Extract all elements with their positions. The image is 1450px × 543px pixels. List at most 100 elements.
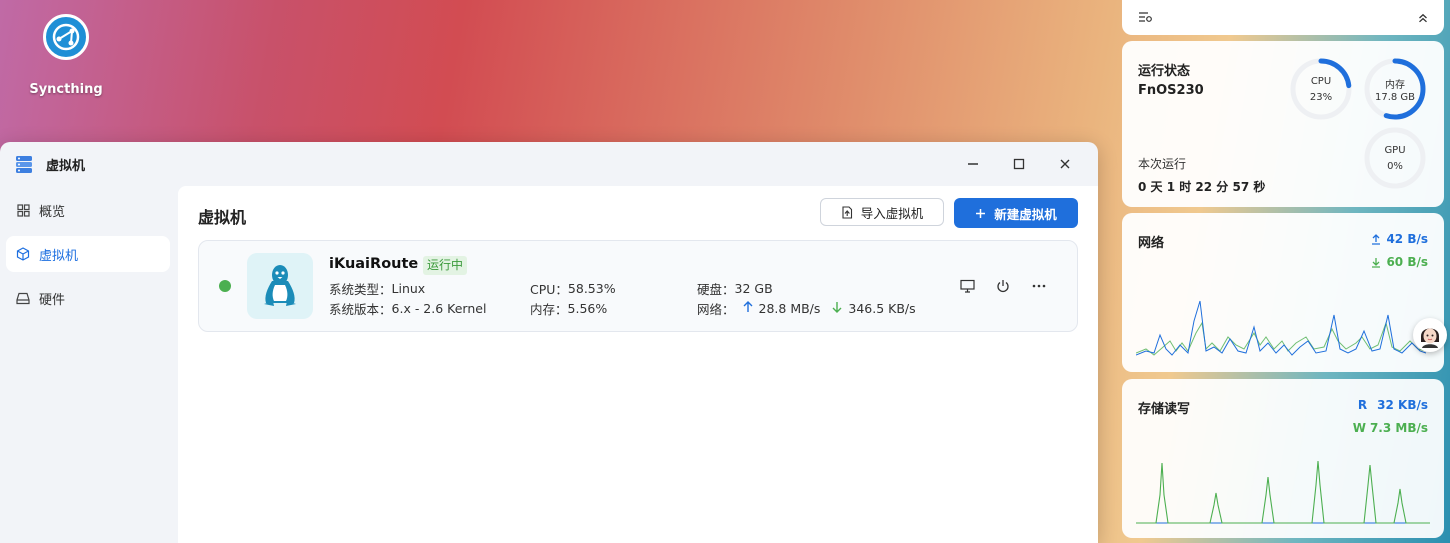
minimize-icon <box>968 163 978 165</box>
vm-os-type: 系统类型： Linux <box>329 279 425 298</box>
os-version-label: 系统版本： <box>329 302 392 317</box>
disk-label: 硬盘： <box>697 282 735 297</box>
write-label: W <box>1352 421 1366 435</box>
upload-icon <box>1372 233 1381 245</box>
maximize-button[interactable] <box>996 150 1042 178</box>
vm-window: 虚拟机 概览 虚拟机 硬件 虚拟机 导入虚拟机 新建虚拟机 iKuaiRoute… <box>0 142 1098 543</box>
arrow-up-icon <box>743 301 753 316</box>
avatar-icon <box>1421 328 1439 348</box>
sidebar-item-label: 硬件 <box>39 292 66 308</box>
assistant-avatar[interactable] <box>1413 318 1447 352</box>
net-down-value: 346.5 KB/s <box>848 301 916 316</box>
sidebar: 概览 虚拟机 硬件 <box>0 186 178 543</box>
disk-value: 32 GB <box>734 281 773 296</box>
console-button[interactable] <box>949 275 985 297</box>
main-panel: 虚拟机 导入虚拟机 新建虚拟机 iKuaiRoute 运行中 系统类型： Lin… <box>178 186 1098 543</box>
more-button[interactable] <box>1021 275 1057 297</box>
running-indicator <box>219 280 231 292</box>
cpu-label: CPU： <box>530 282 568 297</box>
storage-widget[interactable]: 存储读写 R 32 KB/s W 7.3 MB/s <box>1122 379 1444 538</box>
status-widget[interactable]: 运行状态 FnOS230 本次运行 0 天 1 时 22 分 57 秒 CPU … <box>1122 41 1444 207</box>
sidebar-item-hardware[interactable]: 硬件 <box>6 280 170 316</box>
sidebar-item-overview[interactable]: 概览 <box>6 192 170 228</box>
minimize-button[interactable] <box>950 150 996 178</box>
gpu-gauge-value: 0% <box>1387 161 1403 172</box>
filter-settings-icon <box>1139 12 1152 22</box>
download-icon <box>1372 257 1381 268</box>
vm-os-version: 系统版本： 6.x - 2.6 Kernel <box>329 299 486 318</box>
vm-disk: 硬盘： 32 GB <box>697 279 773 298</box>
power-icon <box>997 280 1009 293</box>
power-button[interactable] <box>985 275 1021 297</box>
gpu-gauge-label: GPU <box>1384 145 1406 156</box>
mem-value: 5.56% <box>567 301 608 316</box>
window-title: 虚拟机 <box>46 158 86 174</box>
network-widget[interactable]: 网络 42 B/s 60 B/s <box>1122 213 1444 372</box>
cube-icon <box>16 247 30 261</box>
network-down-value: 60 B/s <box>1386 255 1428 269</box>
read-label: R <box>1357 398 1368 412</box>
vm-card[interactable]: iKuaiRoute 运行中 系统类型： Linux 系统版本： 6.x - 2… <box>198 240 1078 332</box>
desktop-icon-label: Syncthing <box>29 82 103 97</box>
desktop-icon-syncthing[interactable]: Syncthing <box>26 14 106 97</box>
close-button[interactable] <box>1042 150 1088 178</box>
close-icon <box>1060 159 1070 169</box>
import-vm-label: 导入虚拟机 <box>860 205 924 221</box>
cpu-gauge-label: CPU <box>1310 76 1332 87</box>
os-type-value: Linux <box>391 281 426 296</box>
storage-chart <box>1136 460 1430 524</box>
sidebar-item-label: 虚拟机 <box>39 248 79 264</box>
sidebar-item-vm[interactable]: 虚拟机 <box>6 236 170 272</box>
network-up-rate: 42 B/s <box>1371 232 1428 246</box>
net-up-value: 28.8 MB/s <box>758 301 821 316</box>
net-label: 网络： <box>697 302 735 317</box>
widget-toolbar <box>1122 0 1444 35</box>
cpu-gauge-value: 23% <box>1309 92 1333 103</box>
vm-mem: 内存： 5.56% <box>530 299 607 318</box>
more-icon <box>1032 284 1046 288</box>
mem-label: 内存： <box>530 302 568 317</box>
mem-gauge: 内存 17.8 GB <box>1362 56 1428 122</box>
os-version-value: 6.x - 2.6 Kernel <box>391 301 487 316</box>
vm-cpu: CPU： 58.53% <box>530 279 616 298</box>
storage-title: 存储读写 <box>1138 402 1191 417</box>
mem-gauge-value: 17.8 GB <box>1374 92 1416 103</box>
cpu-value: 58.53% <box>567 281 616 296</box>
new-vm-label: 新建虚拟机 <box>994 206 1057 222</box>
new-vm-button[interactable]: 新建虚拟机 <box>954 198 1078 228</box>
maximize-icon <box>1013 158 1025 170</box>
storage-read-rate: R 32 KB/s <box>1358 398 1428 412</box>
arrow-down-icon <box>832 301 842 316</box>
storage-write-rate: W 7.3 MB/s <box>1353 421 1428 435</box>
page-title: 虚拟机 <box>198 208 247 227</box>
network-up-value: 42 B/s <box>1386 232 1428 246</box>
window-titlebar[interactable]: 虚拟机 <box>0 142 1098 186</box>
uptime-value: 0 天 1 时 22 分 57 秒 <box>1138 180 1266 194</box>
file-import-icon <box>841 205 853 219</box>
drive-icon <box>16 291 30 305</box>
import-vm-button[interactable]: 导入虚拟机 <box>820 198 944 226</box>
monitor-icon <box>959 279 975 293</box>
collapse-widgets-button[interactable] <box>1418 8 1428 27</box>
vm-app-icon <box>14 154 34 174</box>
mem-gauge-label: 内存 <box>1385 80 1405 91</box>
write-value: 7.3 MB/s <box>1369 421 1428 435</box>
syncthing-icon <box>43 14 89 60</box>
network-title: 网络 <box>1138 236 1165 251</box>
grid-icon <box>16 203 30 217</box>
vm-name[interactable]: iKuaiRoute <box>329 256 418 272</box>
vm-network: 网络： 28.8 MB/s 346.5 KB/s <box>697 299 916 318</box>
widget-settings-button[interactable] <box>1138 8 1153 27</box>
status-title: 运行状态 <box>1138 64 1191 79</box>
network-chart <box>1136 300 1427 356</box>
hostname: FnOS230 <box>1138 83 1204 98</box>
uptime-label: 本次运行 <box>1138 157 1187 171</box>
gpu-gauge: GPU 0% <box>1362 125 1428 191</box>
plus-icon <box>975 208 986 219</box>
cpu-gauge: CPU 23% <box>1288 56 1354 122</box>
chevrons-up-icon <box>1419 13 1427 23</box>
linux-tux-icon <box>247 253 313 319</box>
sidebar-item-label: 概览 <box>39 204 66 220</box>
status-badge: 运行中 <box>423 256 468 275</box>
network-down-rate: 60 B/s <box>1371 255 1428 269</box>
